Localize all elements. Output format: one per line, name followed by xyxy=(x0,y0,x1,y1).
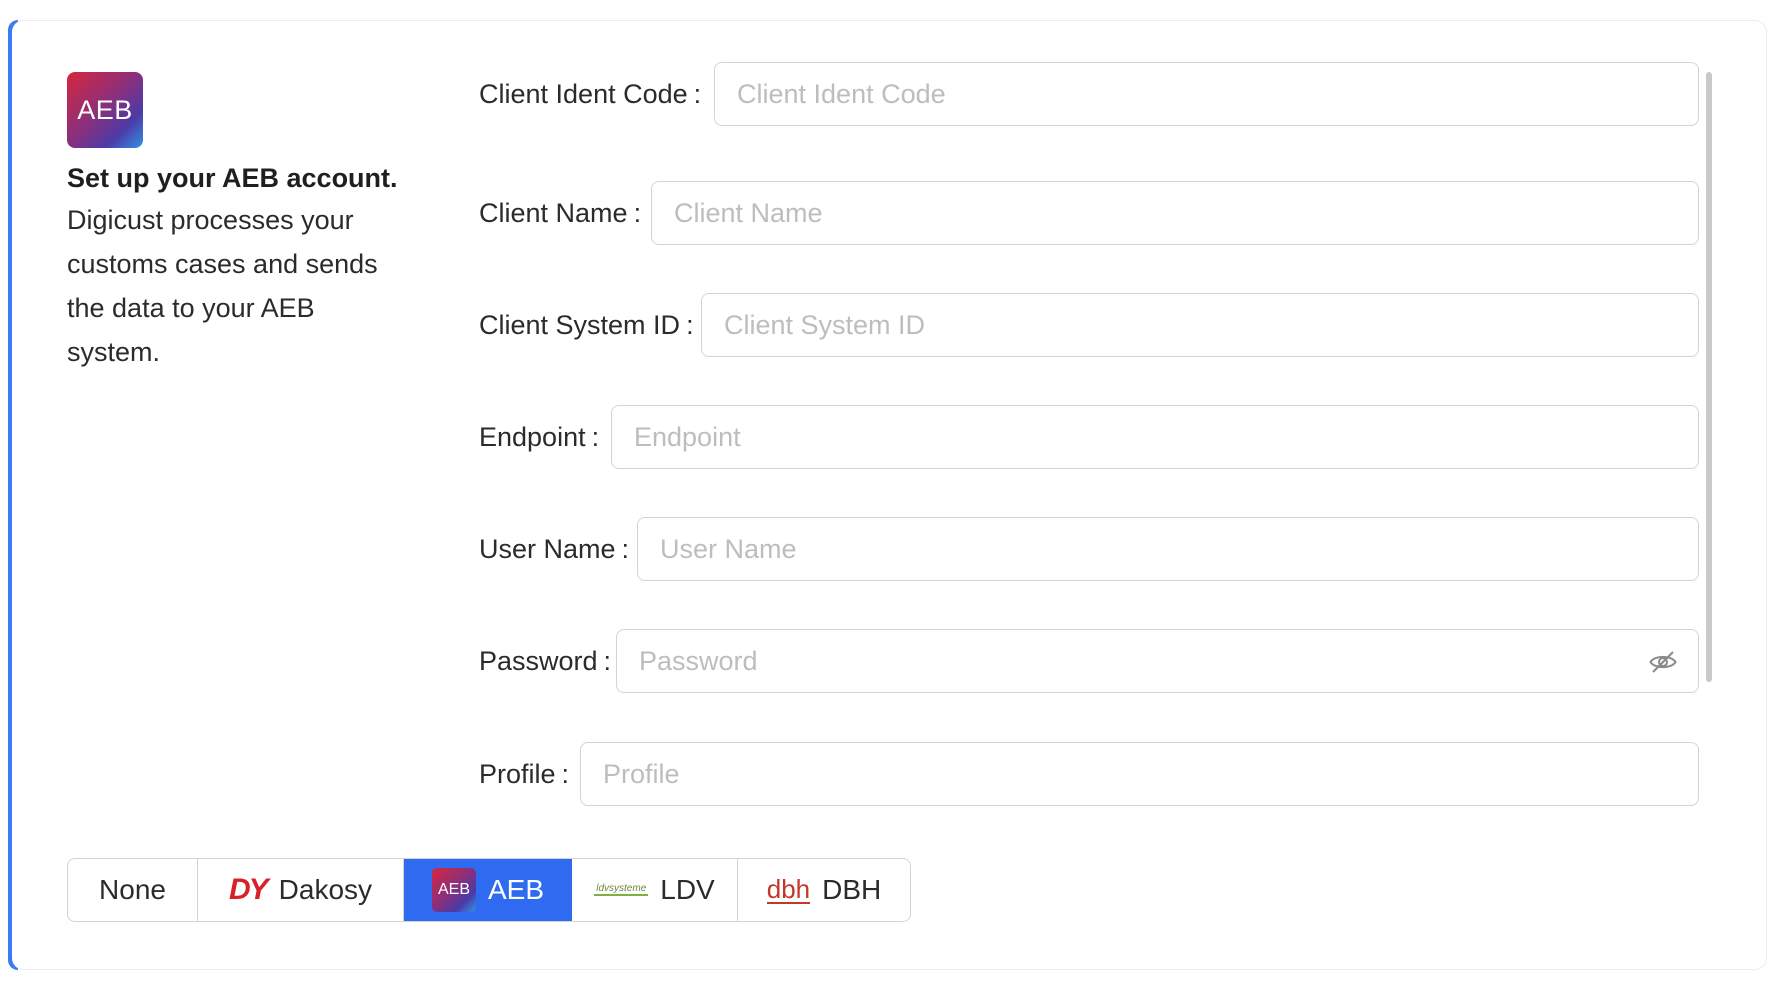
field-label: Client Name xyxy=(479,197,628,228)
provider-option-label: None xyxy=(99,874,166,905)
field-label: User Name xyxy=(479,533,616,564)
password-input-box xyxy=(616,629,1699,693)
provider-option-label: DBH xyxy=(822,874,882,905)
intro-description: Digicust processes your customs cases an… xyxy=(67,205,378,367)
client-ident-code-input-box xyxy=(714,62,1699,126)
field-colon: : xyxy=(591,421,600,452)
field-colon: : xyxy=(693,78,702,109)
field-label: Profile xyxy=(479,758,556,789)
aeb-logo-icon: AEB xyxy=(431,868,476,912)
client-system-id-input[interactable] xyxy=(702,294,1698,356)
provider-option-none[interactable]: None xyxy=(68,859,198,921)
intro-panel: AEB Set up your AEB account. Digicust pr… xyxy=(67,72,407,374)
intro-title: Set up your AEB account. xyxy=(67,163,398,193)
field-label: Client Ident Code xyxy=(479,78,688,109)
password-input[interactable] xyxy=(617,630,1698,692)
client-name-input-box xyxy=(651,181,1699,245)
field-label: Password xyxy=(479,645,598,676)
client-ident-code-input[interactable] xyxy=(715,63,1698,125)
field-colon: : xyxy=(603,645,612,676)
field-label: Client System ID xyxy=(479,309,681,340)
field-client-system-id: Client System ID: xyxy=(479,293,710,357)
provider-option-label: Dakosy xyxy=(278,874,373,905)
field-profile: Profile: xyxy=(479,742,585,806)
form-scrollbar[interactable] xyxy=(1706,72,1712,682)
field-colon: : xyxy=(633,197,642,228)
endpoint-input[interactable] xyxy=(612,406,1698,468)
provider-option-dbh[interactable]: dbh DBH xyxy=(738,859,910,921)
client-system-id-input-box xyxy=(701,293,1699,357)
endpoint-input-box xyxy=(611,405,1699,469)
field-colon: : xyxy=(561,758,570,789)
field-colon: : xyxy=(621,533,630,564)
field-label: Endpoint xyxy=(479,421,586,452)
field-endpoint: Endpoint: xyxy=(479,405,615,469)
field-client-ident-code: Client Ident Code: xyxy=(479,62,717,126)
dakosy-logo-icon: DY xyxy=(228,873,269,906)
user-name-input[interactable] xyxy=(638,518,1698,580)
provider-option-aeb[interactable]: AEB AEB xyxy=(404,859,572,921)
field-client-name: Client Name: xyxy=(479,181,657,245)
field-user-name: User Name: xyxy=(479,517,645,581)
eye-off-icon[interactable] xyxy=(1648,647,1678,677)
dbh-logo-icon: dbh xyxy=(766,874,811,904)
field-colon: : xyxy=(686,309,694,340)
provider-option-dakosy[interactable]: DY Dakosy xyxy=(198,859,404,921)
aeb-logo: AEB xyxy=(67,72,143,148)
provider-option-label: LDV xyxy=(660,874,715,905)
client-name-input[interactable] xyxy=(652,182,1698,244)
provider-selector: None DY Dakosy AEB AEB ldvsysteme LDV db… xyxy=(67,858,911,922)
provider-option-label: AEB xyxy=(487,874,545,905)
profile-input[interactable] xyxy=(581,743,1698,805)
profile-input-box xyxy=(580,742,1699,806)
field-password: Password: xyxy=(479,629,627,693)
ldv-logo-icon: ldvsysteme xyxy=(594,883,649,896)
user-name-input-box xyxy=(637,517,1699,581)
provider-option-ldv[interactable]: ldvsysteme LDV xyxy=(572,859,738,921)
